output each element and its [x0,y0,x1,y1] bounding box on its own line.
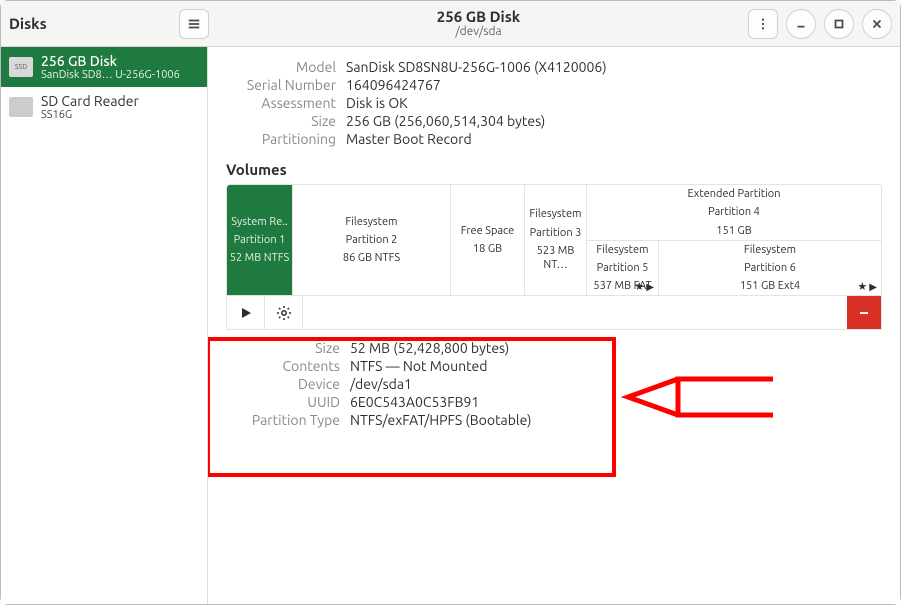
volume-toolbar [226,296,882,330]
volume-partition-2[interactable]: Filesystem Partition 2 86 GB NTFS [293,185,451,295]
close-icon [870,17,884,31]
volumes-map: System Re.. Partition 1 52 MB NTFS Files… [226,184,882,296]
volume-label: Filesystem [594,241,650,259]
hamburger-icon [187,17,201,31]
app-title: Disks [9,15,47,32]
content-pane: Model SanDisk SD8SN8U-256G-1006 (X412000… [208,47,900,604]
volume-label: 18 GB [471,240,504,258]
mount-button[interactable] [227,296,265,329]
volume-label: Partition 6 [742,259,798,277]
volume-label: Partition 5 [595,259,651,277]
label-part-type: Partition Type [230,412,340,428]
sidebar-item-subtitle: SS16G [41,109,139,121]
volume-label: Partition 4 [706,203,762,221]
value-part-contents: NTFS — Not Mounted [350,358,882,374]
label-model: Model [226,59,336,75]
headerbar: Disks 256 GB Disk /dev/sda [1,1,900,47]
volume-label: Partition 2 [344,231,400,249]
sidebar-item-title: 256 GB Disk [41,53,180,69]
volume-partition-3[interactable]: Filesystem Partition 3 523 MB NT… [525,185,587,295]
hamburger-menu-button[interactable] [179,9,209,39]
play-icon [238,305,254,321]
volume-label: 151 GB [714,222,753,240]
disk-info: Model SanDisk SD8SN8U-256G-1006 (X412000… [226,59,882,147]
minimize-button[interactable] [786,9,816,39]
label-size: Size [226,113,336,129]
sidebar-item-subtitle: SanDisk SD8… U-256G-1006 [41,69,180,81]
label-part-device: Device [230,376,340,392]
label-partitioning: Partitioning [226,131,336,147]
minus-icon [856,305,872,321]
volume-label: Filesystem [527,205,583,223]
sidebar-item-title: SD Card Reader [41,93,139,109]
volume-label: 86 GB NTFS [341,249,402,267]
volume-label: 52 MB NTFS [228,249,292,267]
window-subtitle: /dev/sda [209,25,748,38]
main-area: SSD 256 GB Disk SanDisk SD8… U-256G-1006… [1,47,900,604]
ssd-icon: SSD [9,57,33,77]
volume-label: Filesystem [742,241,798,259]
label-part-uuid: UUID [230,394,340,410]
value-model: SanDisk SD8SN8U-256G-1006 (X4120006) [346,59,882,75]
volume-partition-1[interactable]: System Re.. Partition 1 52 MB NTFS [227,185,293,295]
play-icon: ▶ [646,281,654,293]
delete-partition-button[interactable] [847,296,881,329]
value-part-size: 52 MB (52,428,800 bytes) [350,340,882,356]
volumes-heading: Volumes [226,161,882,178]
maximize-button[interactable] [824,9,854,39]
volume-label: 523 MB NT… [525,242,586,275]
volume-free-space[interactable]: Free Space 18 GB [451,185,525,295]
volume-label: Partition 1 [232,231,288,249]
volume-partition-6[interactable]: Filesystem Partition 6 151 GB Ext4 ★▶ [659,241,881,295]
maximize-icon [832,17,846,31]
volume-label: 151 GB Ext4 [738,277,802,295]
sd-card-icon [9,97,33,117]
value-part-device: /dev/sda1 [350,376,882,392]
close-button[interactable] [862,9,892,39]
value-part-uuid: 6E0C543A0C53FB91 [350,394,882,410]
value-assessment: Disk is OK [346,95,882,111]
value-serial: 164096424767 [346,77,882,93]
value-size: 256 GB (256,060,514,304 bytes) [346,113,882,129]
volume-settings-button[interactable] [265,296,303,329]
partition-details: Size 52 MB (52,428,800 bytes) Contents N… [226,340,882,428]
kebab-icon [756,17,770,31]
play-icon: ▶ [869,281,877,293]
minimize-icon [794,17,808,31]
sidebar-item-disk-0[interactable]: SSD 256 GB Disk SanDisk SD8… U-256G-1006 [1,47,207,87]
label-serial: Serial Number [226,77,336,93]
window-title: 256 GB Disk [209,9,748,26]
gear-icon [276,305,292,321]
value-partitioning: Master Boot Record [346,131,882,147]
label-part-size: Size [230,340,340,356]
sidebar: SSD 256 GB Disk SanDisk SD8… U-256G-1006… [1,47,208,604]
volume-label: Partition 3 [528,224,584,242]
sidebar-item-disk-1[interactable]: SD Card Reader SS16G [1,87,207,127]
star-icon: ★ [634,280,644,293]
star-icon: ★ [857,280,867,293]
label-assessment: Assessment [226,95,336,111]
volume-label: Filesystem [343,213,399,231]
disk-menu-button[interactable] [748,9,778,39]
volume-partition-4-extended[interactable]: Extended Partition Partition 4 151 GB Fi… [587,185,881,295]
value-part-type: NTFS/exFAT/HPFS (Bootable) [350,412,882,428]
label-part-contents: Contents [230,358,340,374]
volume-label: Extended Partition [686,185,783,203]
volume-label: Free Space [459,222,516,240]
volume-partition-5[interactable]: Filesystem Partition 5 537 MB FAT ★▶ [587,241,659,295]
volume-label: System Re.. [229,213,289,231]
